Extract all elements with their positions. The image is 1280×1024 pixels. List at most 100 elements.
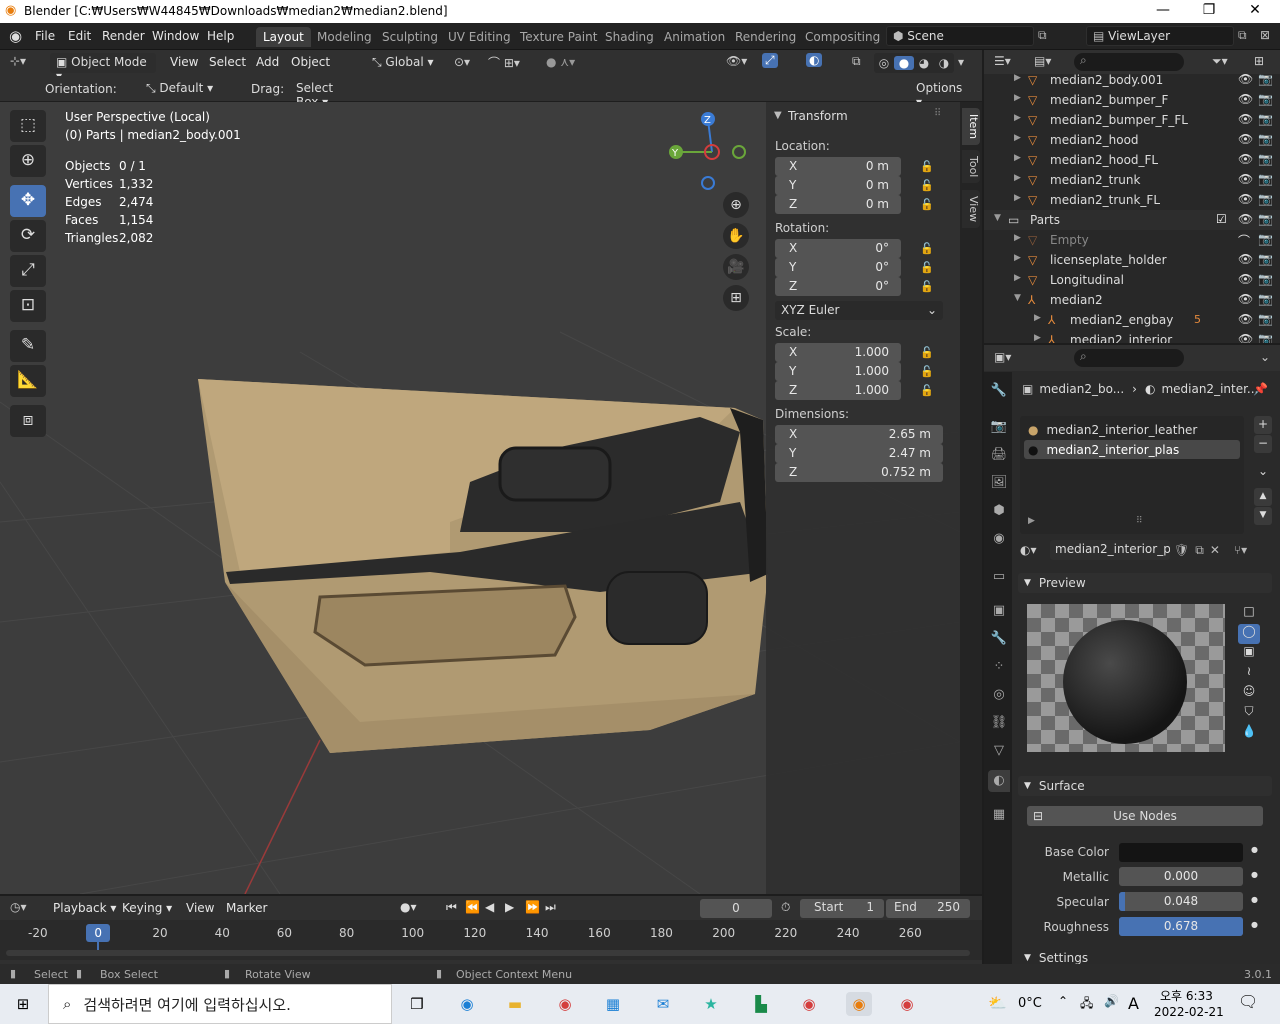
blender-taskbar-icon[interactable]: ◉	[846, 992, 872, 1016]
tab-animation[interactable]: Animation	[657, 27, 732, 47]
visibility-eye-icon[interactable]: 👁	[1238, 312, 1253, 326]
expand-icon[interactable]: ▶	[1014, 113, 1021, 123]
viewport-menu-add[interactable]: Add	[256, 55, 279, 69]
render-camera-icon[interactable]: 📷	[1258, 132, 1273, 146]
collection-properties-icon[interactable]: ▭	[988, 566, 1010, 588]
slot-specials-icon[interactable]: ⌄	[1254, 463, 1272, 481]
location-x-field[interactable]: X 0 m	[775, 157, 901, 176]
surface-panel-header[interactable]: ▼ Surface	[1018, 776, 1272, 796]
visibility-eye-icon[interactable]: 👁	[1238, 192, 1253, 206]
outliner-row[interactable]: ▶ ▽ median2_trunk 👁 📷	[984, 170, 1280, 190]
mode-selector[interactable]: ▣ Object Mode ▾	[50, 53, 156, 83]
output-properties-icon[interactable]: 🖨	[988, 444, 1010, 466]
visibility-eye-icon[interactable]: 👁	[1238, 212, 1253, 226]
pan-hand-icon[interactable]: ✋	[723, 223, 749, 249]
current-frame-field[interactable]: 0	[700, 899, 772, 918]
minimize-button[interactable]: —	[1140, 0, 1186, 23]
notification-icon[interactable]: 🗨	[1238, 992, 1258, 1011]
dimensions-z-field[interactable]: Z 0.752 m	[775, 463, 943, 482]
preview-monkey-icon[interactable]: ☺	[1238, 684, 1260, 704]
view-layer-properties-icon[interactable]: 🖼	[988, 472, 1010, 494]
cursor-tool-icon[interactable]: ⊕	[10, 145, 46, 177]
lock-icon[interactable]: 🔓	[920, 365, 934, 378]
outliner-editor-type-icon[interactable]: ☰▾	[994, 54, 1011, 68]
outliner-search-input[interactable]: ⌕	[1074, 53, 1184, 71]
visibility-eye-icon[interactable]: 👁	[1238, 172, 1253, 186]
jump-keyframe-back-icon[interactable]: ⏪	[465, 900, 480, 914]
outliner-row[interactable]: ▶ ▽ Longitudinal 👁 📷	[984, 270, 1280, 290]
tab-item[interactable]: Item	[962, 108, 980, 146]
play-reverse-icon[interactable]: ◀	[485, 900, 494, 914]
render-camera-icon[interactable]: 📷	[1258, 292, 1273, 306]
preview-plane-icon[interactable]: □	[1238, 604, 1260, 624]
metallic-slider[interactable]: 0.000	[1119, 867, 1243, 886]
play-icon[interactable]: ▶	[505, 900, 514, 914]
mail-icon[interactable]: ✉	[650, 992, 676, 1016]
ortho-toggle-icon[interactable]: ⊞	[723, 285, 749, 311]
outliner-row[interactable]: ▶ ▽ median2_bumper_F_FL 👁 📷	[984, 110, 1280, 130]
proportional-edit-icon[interactable]: ● ⋏▾	[546, 55, 575, 69]
rotation-y-field[interactable]: Y 0°	[775, 258, 901, 277]
data-properties-icon[interactable]: ▽	[988, 740, 1010, 762]
expand-icon[interactable]: ▶	[1014, 253, 1021, 263]
lock-icon[interactable]: 🔓	[920, 179, 934, 192]
move-tool-icon[interactable]: ✥	[10, 185, 46, 217]
move-up-button[interactable]: ▲	[1254, 488, 1272, 506]
rotation-mode-select[interactable]: XYZ Euler ⌄	[775, 301, 943, 320]
render-camera-icon[interactable]: 📷	[1258, 272, 1273, 286]
visibility-eye-icon[interactable]: 👁	[1238, 292, 1253, 306]
preview-fluid-icon[interactable]: 💧	[1238, 724, 1260, 744]
viewport-menu-object[interactable]: Object	[291, 55, 330, 69]
file-explorer-icon[interactable]: ▬	[502, 992, 528, 1016]
outliner-row[interactable]: ▶ ▽ licenseplate_holder 👁 📷	[984, 250, 1280, 270]
preview-cube-icon[interactable]: ▣	[1238, 644, 1260, 664]
rotate-tool-icon[interactable]: ⟳	[10, 220, 46, 252]
menu-window[interactable]: Window	[152, 29, 199, 43]
material-properties-icon[interactable]: ◐	[988, 770, 1010, 792]
scale-tool-icon[interactable]: ⤢	[10, 255, 46, 287]
expand-icon[interactable]: ▶	[1034, 333, 1041, 343]
list-grip-icon[interactable]: ⠿	[1136, 516, 1143, 526]
blender-menu-icon[interactable]: ◉	[9, 27, 22, 45]
node-link-icon[interactable]: ⑂▾	[1234, 543, 1247, 557]
move-down-button[interactable]: ▼	[1254, 507, 1272, 525]
expand-icon[interactable]: ▶	[1014, 153, 1021, 163]
xray-toggle-icon[interactable]: ⧉	[852, 54, 861, 69]
constraints-properties-icon[interactable]: ⛓	[988, 712, 1010, 734]
filter-icon[interactable]: ⏷▾	[1212, 54, 1228, 69]
link-dot-icon[interactable]: ●	[1251, 870, 1258, 879]
material-name-field[interactable]: median2_interior_plas	[1050, 540, 1170, 560]
tab-compositing[interactable]: Compositing	[798, 27, 887, 47]
visibility-eye-icon[interactable]: 👁	[1238, 92, 1253, 106]
lock-icon[interactable]: 🔓	[920, 261, 934, 274]
pivot-icon[interactable]: ⊙▾	[454, 55, 470, 69]
playhead[interactable]: 0	[86, 924, 111, 942]
tab-layout[interactable]: Layout	[256, 27, 311, 47]
tray-chevron-icon[interactable]: ⌃	[1058, 994, 1068, 1008]
tab-texture-paint[interactable]: Texture Paint	[513, 27, 604, 47]
close-button[interactable]: ✕	[1232, 0, 1278, 23]
rendered-shading-icon[interactable]: ◑	[934, 56, 954, 70]
options-button[interactable]: Options ▾	[910, 79, 974, 109]
modifier-properties-icon[interactable]: 🔧	[988, 628, 1010, 650]
weather-temp[interactable]: 0°C	[1018, 996, 1042, 1011]
viewport-menu-select[interactable]: Select	[209, 55, 246, 69]
world-properties-icon[interactable]: ◉	[988, 528, 1010, 550]
rotation-z-field[interactable]: Z 0°	[775, 277, 901, 296]
object-properties-icon[interactable]: ▣	[988, 600, 1010, 622]
taskbar-search-input[interactable]: ⌕ 검색하려면 여기에 입력하십시오.	[48, 984, 392, 1024]
properties-search-input[interactable]: ⌕	[1074, 349, 1184, 367]
render-camera-icon[interactable]: 📷	[1258, 212, 1273, 226]
new-scene-icon[interactable]: ⧉	[1038, 28, 1047, 43]
jump-start-icon[interactable]: ⏮	[446, 900, 457, 915]
visibility-eye-icon[interactable]: 👁	[1238, 252, 1253, 266]
scale-y-field[interactable]: Y 1.000	[775, 362, 901, 381]
outliner-row[interactable]: ▼ ▭ Parts ☑ 👁 📷	[984, 210, 1280, 230]
expand-icon[interactable]: ▶	[1014, 93, 1021, 103]
start-frame-field[interactable]: Start 1	[800, 899, 884, 918]
specular-slider[interactable]: 0.048	[1119, 892, 1243, 911]
outliner-row[interactable]: ▶ ▽ median2_hood_FL 👁 📷	[984, 150, 1280, 170]
weather-icon[interactable]: ⛅	[988, 994, 1007, 1012]
render-properties-icon[interactable]: 📷	[988, 416, 1010, 438]
expand-icon[interactable]: ▶	[1014, 193, 1021, 203]
